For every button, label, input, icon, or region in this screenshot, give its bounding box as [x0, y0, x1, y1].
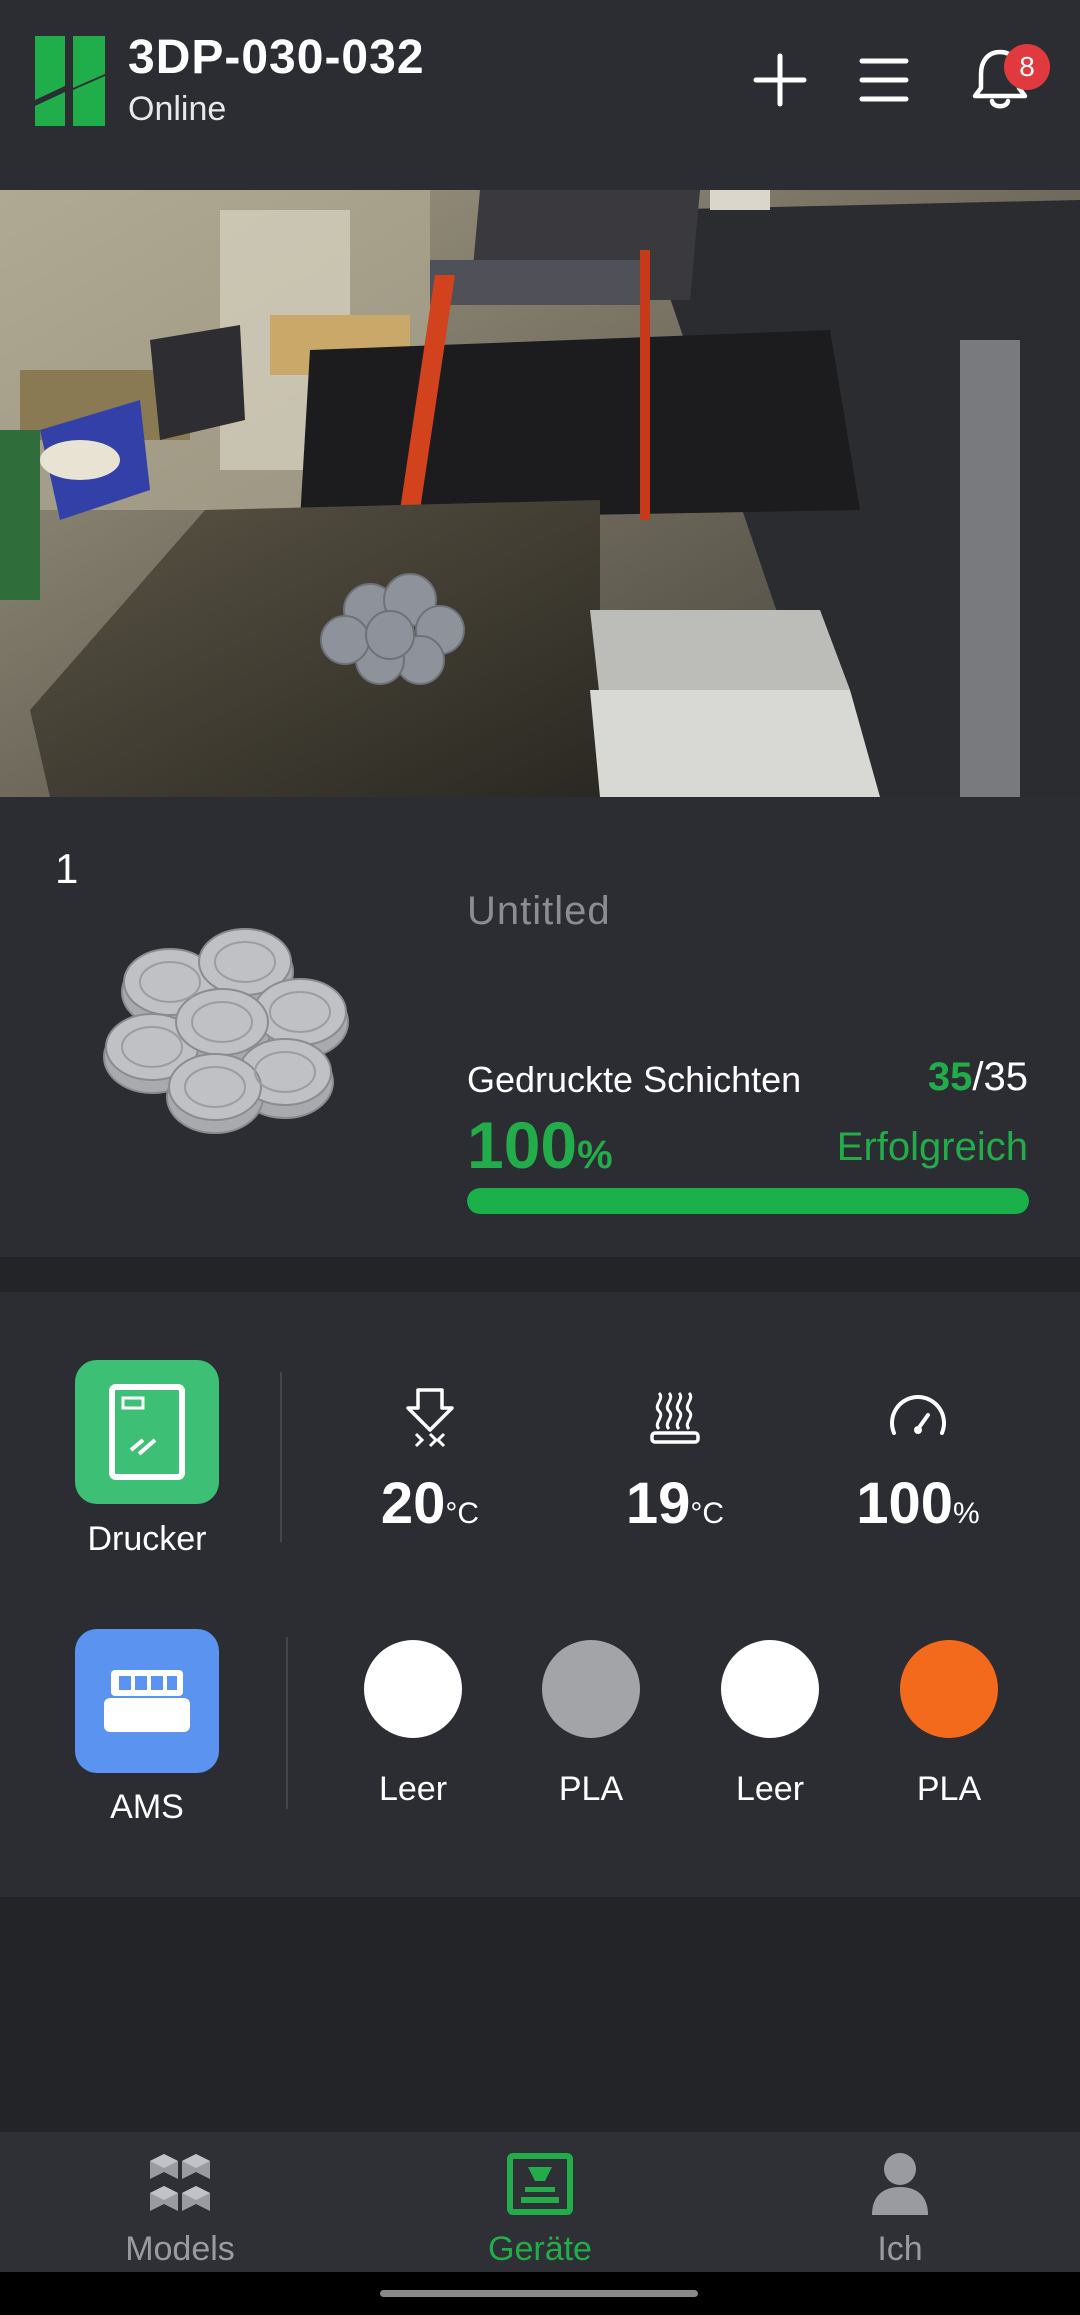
progress-bar — [467, 1188, 1029, 1214]
speed-unit: % — [953, 1497, 980, 1530]
ams-slot-4[interactable]: PLA — [869, 1640, 1029, 1809]
top-bar: 3DP-030-032 Online 8 — [0, 0, 1080, 190]
menu-button[interactable] — [844, 40, 924, 120]
camera-feed[interactable] — [0, 190, 1080, 797]
job-name: Untitled — [467, 889, 611, 933]
notification-badge: 8 — [1004, 44, 1050, 90]
plate-number: 1 — [55, 845, 79, 892]
nav-label-ich: Ich — [877, 2230, 923, 2268]
layers-total: /35 — [972, 1055, 1028, 1099]
cubes-icon — [150, 2154, 210, 2211]
nozzle-temperature[interactable]: 20°C — [330, 1382, 530, 1537]
add-button[interactable] — [740, 40, 820, 120]
printer-icon — [507, 2153, 573, 2215]
printer-label: Drucker — [87, 1520, 207, 1558]
filament-label: PLA — [916, 1770, 982, 1808]
nav-label-models: Models — [125, 2230, 235, 2268]
ams-icon — [104, 1670, 190, 1732]
progress-bar-fill — [467, 1188, 1029, 1214]
bed-temp-unit: °C — [690, 1497, 725, 1530]
filament-color-swatch — [721, 1640, 819, 1738]
ams-slot-1[interactable]: Leer — [333, 1640, 493, 1809]
nav-item-ich[interactable]: Ich — [770, 2144, 1030, 2269]
bed-temp-value: 19 — [625, 1471, 691, 1536]
layers-current: 35 — [927, 1055, 973, 1099]
filament-color-swatch — [900, 1640, 998, 1738]
bambu-logo-icon — [35, 36, 105, 126]
layers-count: 35/35 — [928, 1055, 1028, 1100]
ams-label: AMS — [110, 1788, 184, 1826]
filament-color-swatch — [364, 1640, 462, 1738]
ams-slot-2[interactable]: PLA — [511, 1640, 671, 1809]
device-title: 3DP-030-032 — [128, 31, 425, 84]
home-indicator[interactable] — [380, 2290, 698, 2297]
speed-value: 100 — [856, 1471, 954, 1536]
printer-icon — [109, 1384, 185, 1480]
filament-color-swatch — [542, 1640, 640, 1738]
divider — [280, 1372, 282, 1542]
nav-item-models[interactable]: Models — [50, 2144, 310, 2269]
add-icon — [753, 53, 807, 107]
ams-button[interactable] — [75, 1629, 219, 1773]
bottom-nav: Models Geräte Ich — [0, 2132, 1080, 2272]
heatbed-icon — [650, 1391, 700, 1444]
nozzle-temp-value: 20 — [380, 1471, 446, 1536]
filament-label: Leer — [735, 1770, 805, 1808]
nozzle-icon — [406, 1388, 454, 1448]
progress-value: 100 — [467, 1108, 578, 1182]
camera-image — [0, 190, 1080, 797]
layers-label: Gedruckte Schichten — [467, 1059, 802, 1100]
nozzle-temp-unit: °C — [445, 1497, 480, 1530]
device-status: Online — [128, 90, 227, 128]
ams-slot-3[interactable]: Leer — [690, 1640, 850, 1809]
menu-icon — [859, 58, 909, 102]
nav-label-geraete: Geräte — [488, 2230, 592, 2268]
person-icon — [872, 2153, 928, 2215]
speedometer-icon — [890, 1395, 946, 1435]
bed-temperature[interactable]: 19°C — [575, 1382, 775, 1537]
system-navigation-bar — [0, 2272, 1080, 2315]
print-job-card: 1 Untitled Gedruckte Schichten 35/35 100… — [0, 797, 1080, 1257]
print-speed[interactable]: 100% — [818, 1382, 1018, 1537]
model-thumbnail — [103, 928, 349, 1134]
notifications-button[interactable]: 8 — [950, 40, 1050, 120]
printer-button[interactable] — [75, 1360, 219, 1504]
filament-label: PLA — [558, 1770, 624, 1808]
progress-unit: % — [577, 1133, 613, 1177]
nav-item-geraete[interactable]: Geräte — [410, 2144, 670, 2269]
screen: 3DP-030-032 Online 8 1 Untitled Gedruckt… — [0, 0, 1080, 2315]
progress-percent: 100% — [467, 1107, 613, 1183]
job-status: Erfolgreich — [836, 1125, 1028, 1169]
divider — [286, 1637, 288, 1809]
filament-label: Leer — [378, 1770, 448, 1808]
device-status-panel: Drucker 20°C 19°C 100% AMS Leer PLA Leer… — [0, 1292, 1080, 1897]
